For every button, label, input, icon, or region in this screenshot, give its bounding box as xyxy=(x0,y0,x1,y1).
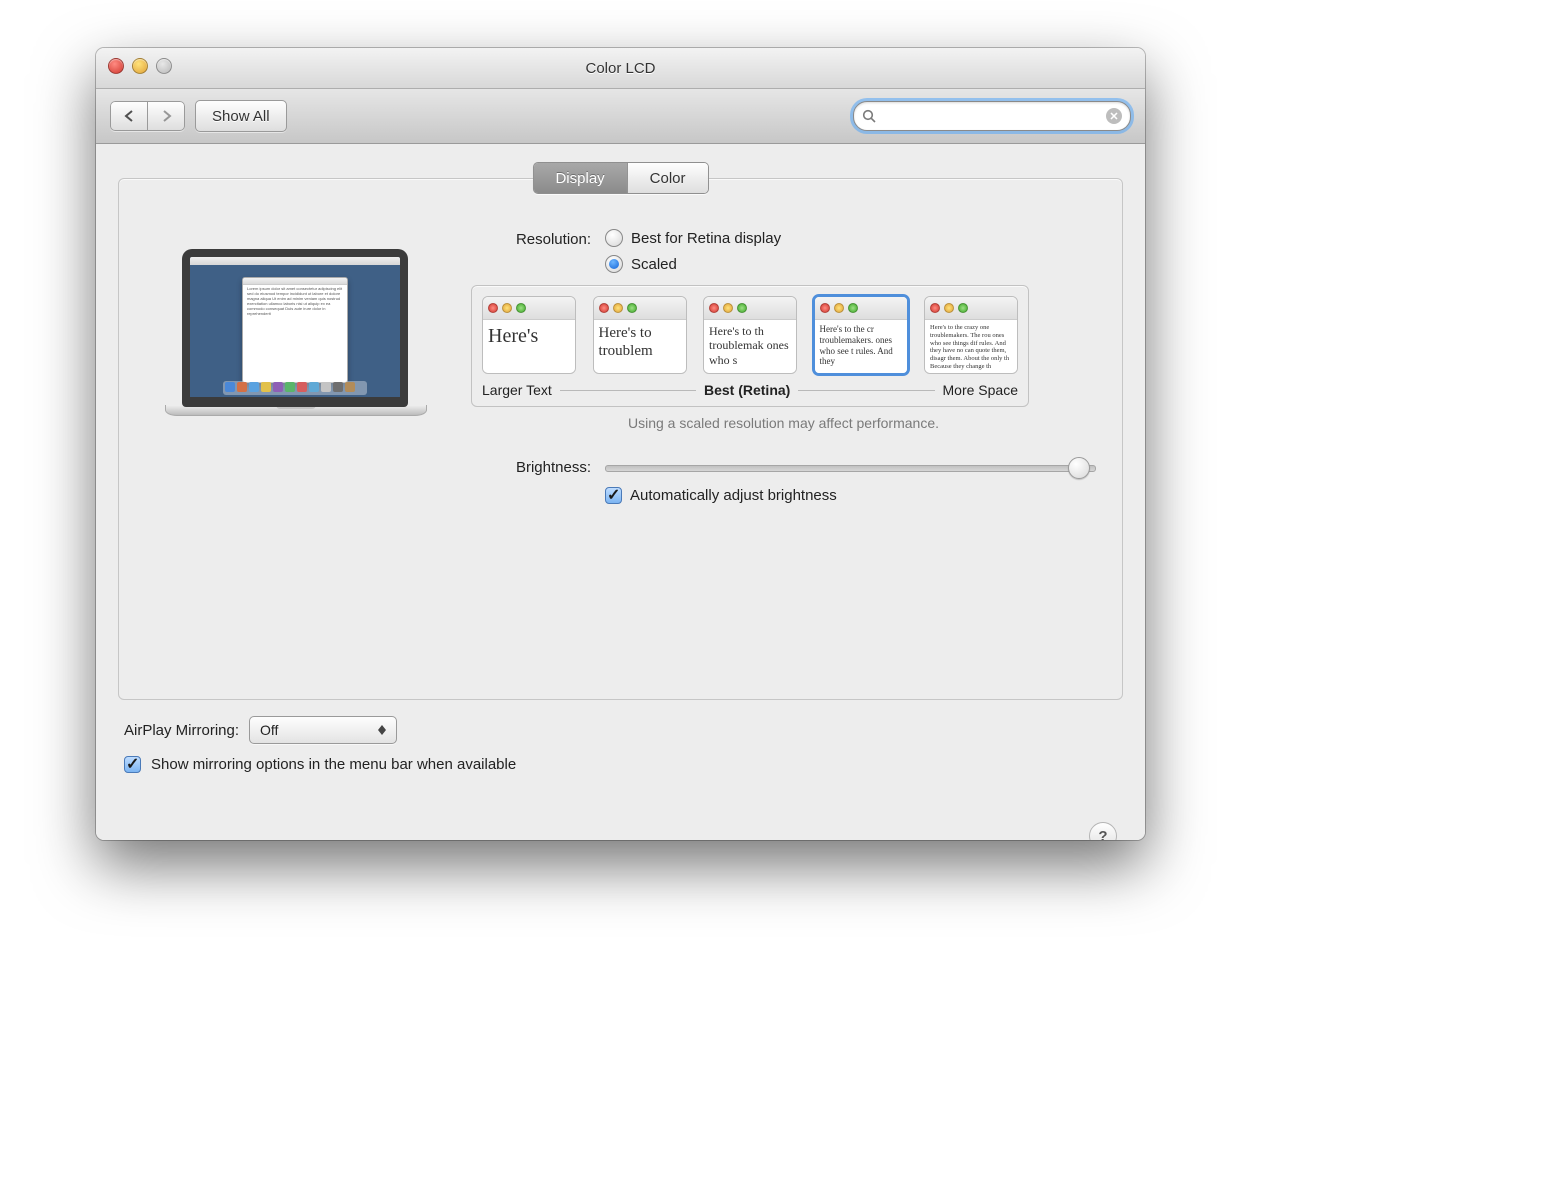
auto-brightness-checkbox[interactable] xyxy=(605,487,622,504)
tab-color[interactable]: Color xyxy=(628,163,708,193)
window-close-icon[interactable] xyxy=(108,58,124,74)
resolution-thumb-1[interactable]: Here's xyxy=(482,296,576,374)
search-input[interactable] xyxy=(882,107,1100,125)
help-button[interactable]: ? xyxy=(1089,822,1117,840)
resolution-label-center: Best (Retina) xyxy=(704,382,790,398)
show-all-button[interactable]: Show All xyxy=(195,100,287,132)
popup-caret-icon xyxy=(374,725,390,735)
resolution-note: Using a scaled resolution may affect per… xyxy=(471,415,1096,431)
resolution-scaled-radio[interactable] xyxy=(605,255,623,273)
window-title: Color LCD xyxy=(585,60,655,77)
forward-button[interactable] xyxy=(147,101,185,131)
resolution-thumb-5[interactable]: Here's to the crazy one troublemakers. T… xyxy=(924,296,1018,374)
resolution-thumb-2-text: Here's to troublem xyxy=(594,320,686,373)
display-panel: Display Color Lorem ipsum dolor sit amet… xyxy=(118,178,1123,700)
resolution-thumb-3[interactable]: Here's to th troublemak ones who s xyxy=(703,296,797,374)
airplay-value: Off xyxy=(260,722,278,738)
resolution-thumb-2[interactable]: Here's to troublem xyxy=(593,296,687,374)
resolution-thumb-4-text: Here's to the cr troublemakers. ones who… xyxy=(815,320,907,373)
content: Display Color Lorem ipsum dolor sit amet… xyxy=(96,144,1145,840)
search-clear-icon[interactable]: ✕ xyxy=(1106,108,1122,124)
tab-color-label: Color xyxy=(650,170,686,187)
display-preview: Lorem ipsum dolor sit amet consectetur a… xyxy=(145,229,445,679)
nav-segment xyxy=(110,101,185,131)
resolution-thumb-5-text: Here's to the crazy one troublemakers. T… xyxy=(925,320,1017,373)
search-icon xyxy=(862,109,876,123)
laptop-screen-icon: Lorem ipsum dolor sit amet consectetur a… xyxy=(182,249,408,407)
resolution-label-right: More Space xyxy=(943,382,1018,398)
back-button[interactable] xyxy=(110,101,147,131)
tabbar: Display Color xyxy=(532,162,708,194)
resolution-thumb-4[interactable]: Here's to the cr troublemakers. ones who… xyxy=(812,294,910,376)
resolution-label-left: Larger Text xyxy=(482,382,552,398)
airplay-label: AirPlay Mirroring: xyxy=(124,722,239,739)
window-minimize-icon[interactable] xyxy=(132,58,148,74)
resolution-options: Here's Here's to troublem Here's to th t… xyxy=(471,285,1029,407)
airplay-popup[interactable]: Off xyxy=(249,716,397,744)
search-field[interactable]: ✕ xyxy=(853,101,1131,131)
brightness-slider-knob[interactable] xyxy=(1068,457,1090,479)
auto-brightness-label: Automatically adjust brightness xyxy=(630,487,837,504)
resolution-best-option[interactable]: Best for Retina display xyxy=(605,229,781,247)
brightness-label: Brightness: xyxy=(471,459,591,476)
resolution-best-radio[interactable] xyxy=(605,229,623,247)
resolution-scaled-label: Scaled xyxy=(631,256,677,273)
resolution-thumb-3-text: Here's to th troublemak ones who s xyxy=(704,320,796,373)
menu-bar-mirroring-label: Show mirroring options in the menu bar w… xyxy=(151,756,516,773)
resolution-best-label: Best for Retina display xyxy=(631,230,781,247)
titlebar: Color LCD xyxy=(96,48,1145,89)
window-zoom-icon[interactable] xyxy=(156,58,172,74)
tab-display[interactable]: Display xyxy=(533,163,627,193)
tab-display-label: Display xyxy=(555,170,604,187)
toolbar: Show All ✕ xyxy=(96,89,1145,144)
show-all-label: Show All xyxy=(212,108,270,125)
brightness-slider[interactable] xyxy=(605,457,1096,477)
resolution-label: Resolution: xyxy=(471,229,591,248)
resolution-thumb-1-text: Here's xyxy=(483,320,575,373)
resolution-scaled-option[interactable]: Scaled xyxy=(605,255,781,273)
preferences-window: Color LCD Show All ✕ xyxy=(96,48,1145,840)
menu-bar-mirroring-checkbox[interactable] xyxy=(124,756,141,773)
